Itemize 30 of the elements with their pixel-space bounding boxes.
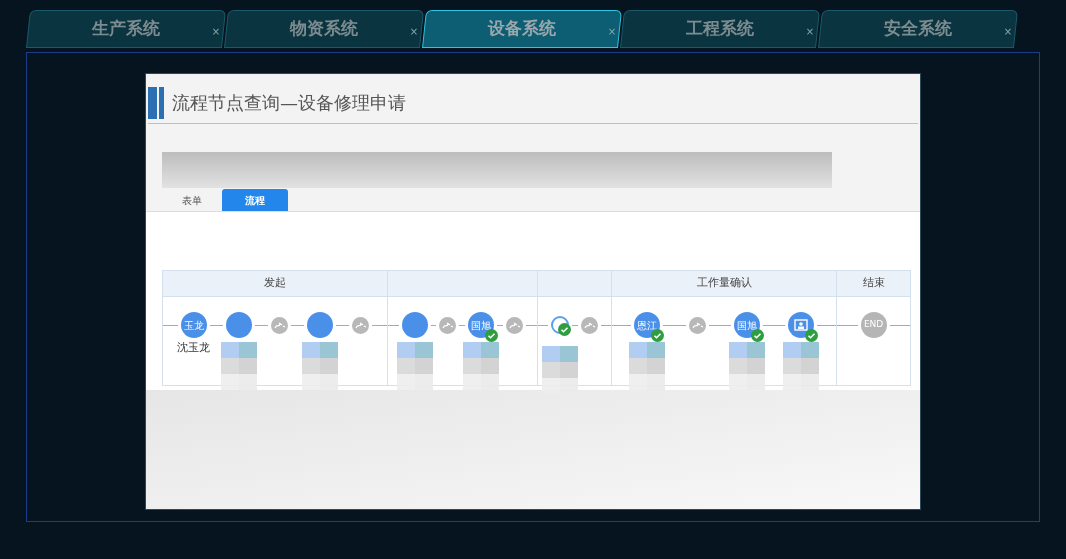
user-node[interactable] <box>401 312 428 338</box>
user-node[interactable] <box>307 312 333 338</box>
content-tab[interactable]: 流程 <box>222 189 288 211</box>
system-tab[interactable]: 工程系统 × <box>620 10 820 48</box>
close-tab-button[interactable]: × <box>1003 24 1012 39</box>
flow-link-icon <box>270 316 288 334</box>
close-tab-button[interactable]: × <box>211 24 220 39</box>
flow-link-icon <box>505 316 523 334</box>
system-tab[interactable]: 物资系统 × <box>224 10 424 48</box>
flow-link-icon <box>352 316 370 334</box>
flow-link-icon <box>439 316 457 334</box>
close-tab-button[interactable]: × <box>607 24 616 39</box>
flow-link-icon <box>580 316 598 334</box>
user-node[interactable] <box>225 312 252 338</box>
pending-node[interactable] <box>551 316 570 334</box>
content-tab[interactable]: 表单 <box>176 189 208 211</box>
close-tab-button[interactable]: × <box>805 24 814 39</box>
user-name: 沈玉龙 <box>177 340 211 356</box>
system-tab[interactable]: 安全系统 × <box>818 10 1018 48</box>
column-header: 工作量确认 <box>612 271 837 297</box>
flow-link-icon <box>688 316 706 334</box>
system-tab[interactable]: 生产系统 × <box>26 10 226 48</box>
system-tab[interactable]: 设备系统 × <box>422 10 622 48</box>
title-accent-bar <box>148 86 164 119</box>
column-header: 结束 <box>837 271 910 297</box>
page-title: 流程节点查询—设备修理申请 <box>172 91 406 115</box>
presenter-icon <box>794 319 808 331</box>
close-tab-button[interactable]: × <box>409 24 418 39</box>
column-header: 发起 <box>163 271 387 297</box>
user-node[interactable]: 玉龙 <box>180 312 207 338</box>
